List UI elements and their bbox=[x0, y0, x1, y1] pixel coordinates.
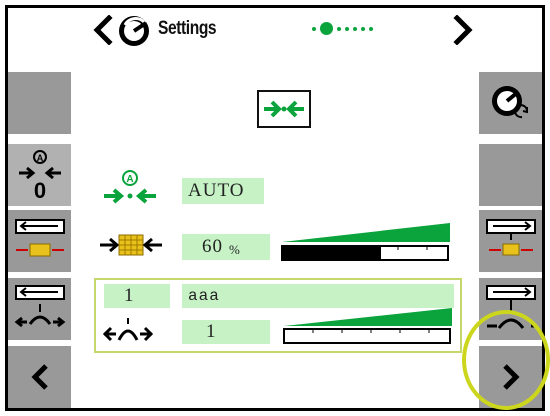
spread-width-right-icon bbox=[485, 285, 536, 329]
page-dot bbox=[361, 26, 365, 31]
chevron-left-icon bbox=[30, 364, 48, 390]
header-prev-button[interactable] bbox=[86, 10, 120, 50]
rotor-spread-icon bbox=[102, 316, 154, 346]
grain-width-right-icon bbox=[485, 219, 536, 256]
group-number[interactable]: 1 bbox=[104, 284, 170, 308]
left-button-spread-width[interactable] bbox=[8, 278, 71, 340]
group-gauge bbox=[282, 306, 454, 346]
auto-zero-icon: A 0 bbox=[18, 150, 61, 201]
page-indicator bbox=[312, 22, 373, 35]
chevron-left-icon bbox=[93, 15, 113, 45]
percent-gauge bbox=[280, 222, 452, 262]
percent-value: 60 bbox=[202, 236, 223, 257]
page-dot-active bbox=[320, 22, 333, 35]
page-dot bbox=[337, 26, 341, 31]
right-button-2[interactable] bbox=[479, 144, 542, 206]
page-dot bbox=[353, 26, 357, 31]
page-dot bbox=[345, 26, 349, 31]
percent-field[interactable]: 60 % bbox=[182, 234, 270, 260]
chevron-right-icon bbox=[502, 364, 520, 390]
page-title: Settings bbox=[158, 18, 217, 39]
page-dot bbox=[369, 26, 373, 31]
auto-converge-icon: A bbox=[100, 168, 160, 210]
percent-unit: % bbox=[229, 241, 241, 257]
grain-width-icon bbox=[14, 219, 65, 257]
screen: Settings A 0 A AUTO 60 % 1 aaa 1 bbox=[5, 5, 545, 411]
chevron-right-icon bbox=[453, 15, 473, 45]
grain-converge-icon bbox=[98, 230, 164, 260]
right-button-gauge-refresh[interactable] bbox=[479, 72, 542, 134]
group-value-field[interactable]: 1 bbox=[182, 320, 270, 344]
percent-gauge-fill bbox=[283, 247, 381, 259]
group-value: 1 bbox=[206, 321, 217, 342]
group-name-field[interactable]: aaa bbox=[182, 284, 454, 308]
left-button-grain-width[interactable] bbox=[8, 210, 71, 272]
gauge-icon bbox=[116, 12, 152, 53]
spread-width-icon bbox=[14, 285, 65, 328]
left-back-button[interactable] bbox=[8, 346, 71, 408]
svg-text:A: A bbox=[36, 153, 43, 163]
mode-value[interactable]: AUTO bbox=[182, 178, 264, 204]
header-next-button[interactable] bbox=[446, 10, 480, 50]
group-number-value: 1 bbox=[124, 285, 135, 306]
right-button-spread-width[interactable] bbox=[479, 278, 542, 340]
left-button-1[interactable] bbox=[8, 72, 71, 134]
svg-text:A: A bbox=[126, 174, 133, 185]
right-button-grain-width[interactable] bbox=[479, 210, 542, 272]
converge-icon bbox=[264, 100, 304, 118]
right-next-button[interactable] bbox=[479, 346, 542, 408]
left-button-auto-zero[interactable]: A 0 bbox=[8, 144, 71, 206]
spread-group: 1 aaa 1 bbox=[94, 278, 462, 353]
page-dot bbox=[312, 26, 316, 31]
converge-mode-button[interactable] bbox=[257, 90, 311, 128]
svg-text:0: 0 bbox=[33, 178, 45, 201]
gauge-refresh-icon bbox=[491, 86, 528, 119]
